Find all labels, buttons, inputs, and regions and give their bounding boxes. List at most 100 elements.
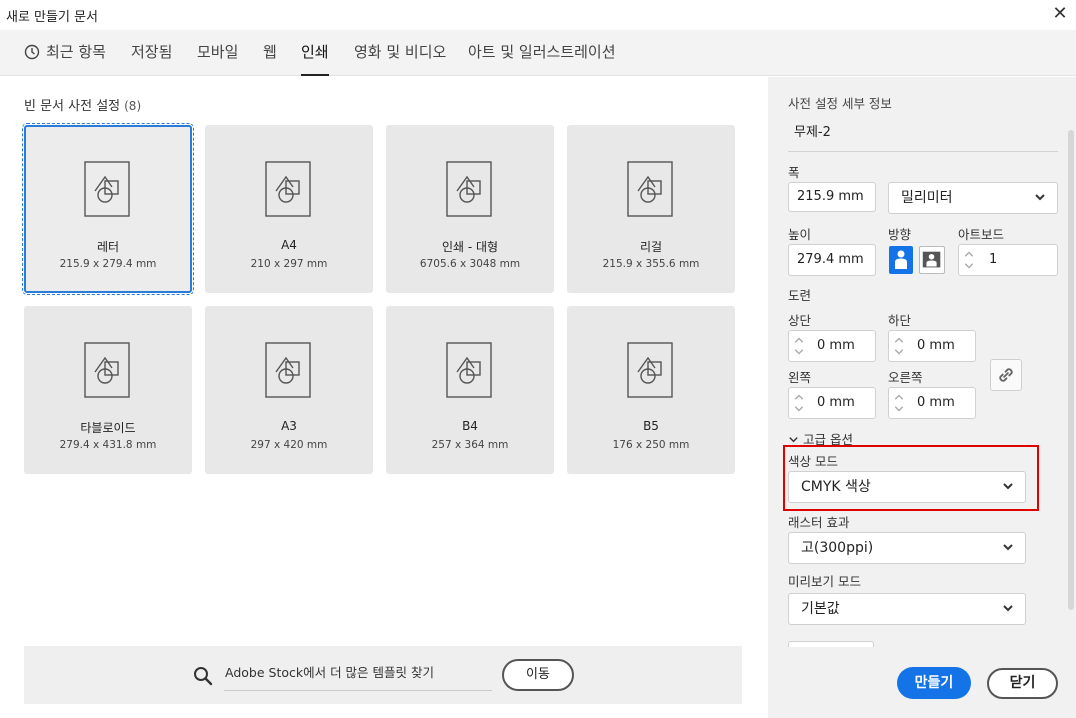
orientation-label: 방향	[888, 227, 912, 242]
preset-area: 빈 문서 사전 설정 (8) 레터 215.9 x 279.4 mm A4 210 x …	[0, 77, 768, 718]
preset-card[interactable]: B4 257 x 364 mm	[386, 306, 554, 474]
stepper-arrows-icon[interactable]	[789, 388, 809, 418]
right-bleed-label: 오른쪽	[888, 370, 923, 385]
top-bleed-stepper[interactable]: 0 mm	[788, 330, 876, 362]
height-field[interactable]: 279.4 mm	[788, 244, 876, 276]
bleed-label: 도련	[788, 288, 812, 303]
top-bleed-value: 0 mm	[817, 338, 855, 353]
document-preset-icon	[627, 161, 673, 217]
preset-card[interactable]: 레터 215.9 x 279.4 mm	[22, 123, 194, 295]
preset-dimensions: 279.4 x 431.8 mm	[59, 439, 157, 451]
landscape-icon	[922, 251, 941, 268]
chevron-down-icon	[789, 437, 798, 443]
left-bleed-label: 왼쪽	[788, 370, 812, 385]
preset-details-panel: 사전 설정 세부 정보 무제-2 폭 215.9 mm 밀리미터 높이 279.…	[768, 77, 1076, 718]
chevron-down-icon	[1003, 605, 1013, 612]
color-mode-value: CMYK 색상	[801, 479, 871, 495]
tab-web[interactable]: 웹	[263, 30, 277, 76]
bottom-bleed-label: 하단	[888, 313, 912, 328]
document-preset-icon	[84, 342, 130, 398]
preset-name: 리걸	[639, 240, 663, 254]
preset-card[interactable]: A3 297 x 420 mm	[205, 306, 373, 474]
preset-name: 인쇄 - 대형	[441, 240, 499, 254]
unit-value: 밀리미터	[901, 190, 953, 206]
go-button[interactable]: 이동	[502, 659, 574, 691]
raster-effects-value: 고(300ppi)	[801, 540, 874, 556]
left-bleed-value: 0 mm	[817, 395, 855, 410]
top-bleed-label: 상단	[788, 313, 812, 328]
preset-count: (8)	[124, 99, 142, 113]
document-name-field[interactable]: 무제-2	[788, 120, 1058, 152]
preview-mode-dropdown[interactable]: 기본값	[788, 593, 1026, 625]
preset-dimensions: 257 x 364 mm	[431, 439, 509, 451]
raster-effects-label: 래스터 효과	[788, 515, 850, 530]
document-preset-icon	[446, 342, 492, 398]
stepper-arrows-icon[interactable]	[789, 331, 809, 361]
tab-film-video[interactable]: 영화 및 비디오	[354, 30, 446, 76]
advanced-options-label: 고급 옵션	[802, 432, 853, 447]
chevron-down-icon	[1003, 544, 1013, 551]
preset-card[interactable]: A4 210 x 297 mm	[205, 125, 373, 293]
artboards-label: 아트보드	[958, 227, 1005, 242]
raster-effects-dropdown[interactable]: 고(300ppi)	[788, 532, 1026, 564]
artboards-value: 1	[989, 252, 998, 267]
tab-label: 최근 항목	[46, 43, 106, 61]
preset-card[interactable]: 타블로이드 279.4 x 431.8 mm	[24, 306, 192, 474]
preset-card[interactable]: 리걸 215.9 x 355.6 mm	[567, 125, 735, 293]
title-bar: 새로 만들기 문서 ✕	[0, 0, 1076, 30]
preview-mode-value: 기본값	[801, 601, 840, 617]
preset-dimensions: 176 x 250 mm	[612, 439, 690, 451]
portrait-icon	[895, 250, 907, 269]
artboards-stepper[interactable]: 1	[958, 244, 1058, 276]
panel-title: 사전 설정 세부 정보	[788, 96, 892, 111]
tab-recent[interactable]: 최근 항목	[24, 30, 106, 76]
category-tab-bar: 최근 항목 저장됨 모바일 웹 인쇄 영화 및 비디오 아트 및 일러스트레이션	[0, 30, 1076, 76]
tab-print[interactable]: 인쇄	[301, 30, 329, 76]
tab-saved[interactable]: 저장됨	[131, 30, 172, 76]
link-bleed-button[interactable]	[990, 359, 1022, 391]
landscape-orientation-button[interactable]	[919, 246, 945, 274]
tab-label: 영화 및 비디오	[354, 43, 447, 61]
preset-dimensions: 215.9 x 279.4 mm	[59, 258, 157, 270]
document-preset-icon	[627, 342, 673, 398]
create-button[interactable]: 만들기	[897, 667, 971, 699]
stock-search-input[interactable]: Adobe Stock에서 더 많은 템플릿 찾기	[224, 661, 492, 691]
clock-icon	[24, 44, 40, 60]
close-button[interactable]: 닫기	[987, 668, 1058, 699]
window-title: 새로 만들기 문서	[6, 10, 98, 25]
right-bleed-value: 0 mm	[917, 395, 955, 410]
height-label: 높이	[788, 227, 812, 242]
preset-card[interactable]: B5 176 x 250 mm	[567, 306, 735, 474]
search-icon	[194, 667, 213, 686]
color-mode-dropdown[interactable]: CMYK 색상	[788, 471, 1026, 503]
preview-mode-label: 미리보기 모드	[788, 574, 861, 589]
preset-card[interactable]: 인쇄 - 대형 6705.6 x 3048 mm	[386, 125, 554, 293]
tab-mobile[interactable]: 모바일	[197, 30, 238, 76]
right-bleed-stepper[interactable]: 0 mm	[888, 387, 976, 419]
width-field[interactable]: 215.9 mm	[788, 182, 876, 212]
preset-name: B4	[462, 419, 478, 433]
color-mode-label: 색상 모드	[788, 454, 838, 469]
close-icon[interactable]: ✕	[1050, 4, 1070, 24]
document-preset-icon	[265, 161, 311, 217]
preset-name: 레터	[96, 240, 120, 254]
advanced-options-toggle[interactable]: 고급 옵션	[788, 429, 853, 448]
panel-scrollbar[interactable]	[1068, 130, 1074, 610]
bottom-bleed-stepper[interactable]: 0 mm	[888, 330, 976, 362]
stepper-arrows-icon[interactable]	[889, 331, 909, 361]
left-bleed-stepper[interactable]: 0 mm	[788, 387, 876, 419]
tab-label: 아트 및 일러스트레이션	[468, 43, 616, 61]
portrait-orientation-button[interactable]	[889, 246, 913, 274]
preset-dimensions: 215.9 x 355.6 mm	[602, 258, 700, 270]
link-icon	[999, 368, 1013, 382]
preset-name: A3	[281, 419, 297, 433]
tab-label: 모바일	[197, 43, 239, 61]
preset-name: A4	[281, 238, 297, 252]
unit-dropdown[interactable]: 밀리미터	[888, 182, 1058, 214]
stock-search-bar: Adobe Stock에서 더 많은 템플릿 찾기 이동	[24, 646, 742, 704]
preset-dimensions: 6705.6 x 3048 mm	[419, 258, 521, 270]
tab-art-illustration[interactable]: 아트 및 일러스트레이션	[468, 30, 616, 76]
stepper-arrows-icon[interactable]	[959, 245, 979, 275]
stepper-arrows-icon[interactable]	[889, 388, 909, 418]
tab-label: 인쇄	[301, 43, 329, 61]
